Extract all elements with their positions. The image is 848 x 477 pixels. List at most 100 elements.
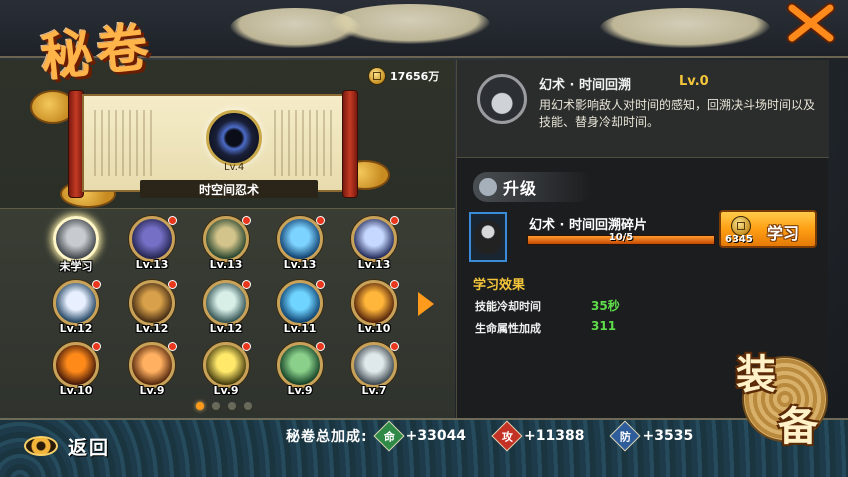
- skill-level: Lv.10: [357, 322, 391, 335]
- skill-level: Lv.13: [209, 258, 243, 271]
- skill-slot[interactable]: Lv.10: [48, 342, 104, 404]
- attack-bonus-value: +11388: [524, 428, 585, 444]
- hp-bonus-value: +33044: [405, 428, 467, 444]
- coin-icon: [368, 67, 386, 85]
- badge-text: 防: [619, 430, 631, 443]
- scroll-paper: Lv.4 时空间忍术: [82, 94, 344, 198]
- badge-text: 攻: [501, 430, 513, 443]
- scroll-rod: [342, 90, 358, 198]
- skill-slot[interactable]: Lv.7: [346, 342, 402, 404]
- notification-dot: [168, 216, 177, 225]
- learn-cost: 6345: [725, 234, 753, 245]
- skill-slot[interactable]: Lv.9: [124, 342, 180, 404]
- page-dot[interactable]: [212, 402, 220, 410]
- ninja-icon: [474, 220, 502, 254]
- total-bonus-label: 秘卷总加成:: [286, 429, 368, 445]
- fragment-item[interactable]: [469, 212, 507, 262]
- fragment-name: 幻术 · 时间回溯碎片: [529, 218, 647, 233]
- notification-dot: [92, 280, 101, 289]
- notification-dot: [390, 280, 399, 289]
- skill-level: Lv.13: [135, 258, 169, 271]
- page-indicator: [196, 402, 252, 410]
- skill-level: 未学习: [59, 260, 93, 273]
- skill-slot[interactable]: Lv.9: [198, 342, 254, 404]
- equip-char: 备: [778, 403, 818, 450]
- notification-dot: [390, 216, 399, 225]
- notification-dot: [92, 342, 101, 351]
- skill-level: Lv.12: [59, 322, 93, 335]
- skill-slot[interactable]: Lv.13: [346, 216, 402, 278]
- skill-level: Lv.9: [213, 384, 239, 397]
- skill-level: Lv.9: [287, 384, 313, 397]
- learn-button[interactable]: 6345 学习: [719, 210, 817, 248]
- money-display: 17656万: [368, 66, 439, 86]
- skill-slot[interactable]: Lv.10: [346, 280, 402, 342]
- notification-dot: [316, 216, 325, 225]
- skill-slot[interactable]: Lv.12: [124, 280, 180, 342]
- eye-icon: [24, 436, 58, 456]
- upgrade-heading: 升级: [473, 172, 593, 202]
- notification-dot: [242, 216, 251, 225]
- skill-level: Lv.13: [357, 258, 391, 271]
- money-amount: 17656万: [390, 70, 440, 83]
- effect-value: 35秒: [591, 299, 620, 313]
- defense-badge-icon: 防: [609, 420, 642, 452]
- skill-slot[interactable]: Lv.12: [198, 280, 254, 342]
- scroll-name: 时空间忍术: [140, 180, 318, 198]
- skill-slot[interactable]: Lv.9: [272, 342, 328, 404]
- skill-description: 用幻术影响敌人对时间的感知，回溯决斗场时间以及技能、替身冷却时间。: [539, 98, 816, 129]
- ninja-icon: [477, 74, 527, 124]
- effect-label: 技能冷却时间: [475, 300, 541, 313]
- page-dot[interactable]: [244, 402, 252, 410]
- notification-dot: [316, 280, 325, 289]
- scroll-level: Lv.4: [224, 162, 245, 173]
- skill-level: Lv.10: [59, 384, 93, 397]
- attack-badge-icon: 攻: [491, 420, 523, 452]
- next-page-arrow-icon[interactable]: [418, 292, 434, 316]
- scroll-script: [274, 110, 334, 176]
- skill-slot[interactable]: Lv.13: [272, 216, 328, 278]
- skill-level: Lv.0: [679, 74, 709, 89]
- total-bonus: 秘卷总加成: 命 +33044 攻 +11388 防 +3535: [286, 420, 723, 452]
- defense-bonus-value: +3535: [642, 428, 694, 444]
- notification-dot: [242, 280, 251, 289]
- jutsu-icon: [53, 216, 99, 262]
- page-dot[interactable]: [196, 402, 204, 410]
- vortex-icon: [206, 110, 262, 166]
- equip-char: 装: [736, 351, 776, 398]
- skill-slot[interactable]: Lv.12: [48, 280, 104, 342]
- skill-name: 幻术 · 时间回溯: [539, 78, 631, 93]
- scroll-display: Lv.4 时空间忍术: [68, 90, 358, 198]
- page-title: 秘卷: [37, 16, 156, 89]
- skill-level: Lv.12: [209, 322, 243, 335]
- notification-dot: [168, 342, 177, 351]
- skill-slot[interactable]: Lv.13: [124, 216, 180, 278]
- close-button[interactable]: [786, 2, 836, 44]
- scroll-script: [94, 110, 154, 176]
- notification-dot: [242, 342, 251, 351]
- skill-detail-header: 幻术 · 时间回溯 Lv.0 用幻术影响敌人对时间的感知，回溯决斗场时间以及技能…: [457, 60, 829, 158]
- effects-title: 学习效果: [473, 278, 526, 293]
- close-icon: [786, 2, 836, 44]
- skill-level: Lv.13: [283, 258, 317, 271]
- screen: { "title": "秘卷", "money": "17656万", "scr…: [0, 0, 848, 477]
- skill-slot[interactable]: Lv.13: [198, 216, 254, 278]
- skill-level: Lv.7: [361, 384, 387, 397]
- back-button[interactable]: 返回: [24, 430, 110, 462]
- fragment-count: 10/5: [608, 232, 634, 243]
- hp-badge-icon: 命: [373, 420, 405, 452]
- skill-slot[interactable]: 未学习: [48, 216, 104, 278]
- effect-value: 311: [591, 319, 617, 333]
- learn-label: 学习: [767, 224, 800, 243]
- back-label: 返回: [68, 436, 111, 459]
- coin-icon: [731, 216, 751, 236]
- effect-label: 生命属性加成: [475, 322, 541, 335]
- cloud-decoration: [600, 8, 770, 48]
- skill-level: Lv.9: [139, 384, 165, 397]
- skill-level: Lv.12: [135, 322, 169, 335]
- badge-text: 命: [383, 430, 395, 443]
- skill-slot[interactable]: Lv.11: [272, 280, 328, 342]
- equip-button[interactable]: 装 备: [730, 338, 838, 456]
- cloud-decoration: [330, 4, 490, 44]
- page-dot[interactable]: [228, 402, 236, 410]
